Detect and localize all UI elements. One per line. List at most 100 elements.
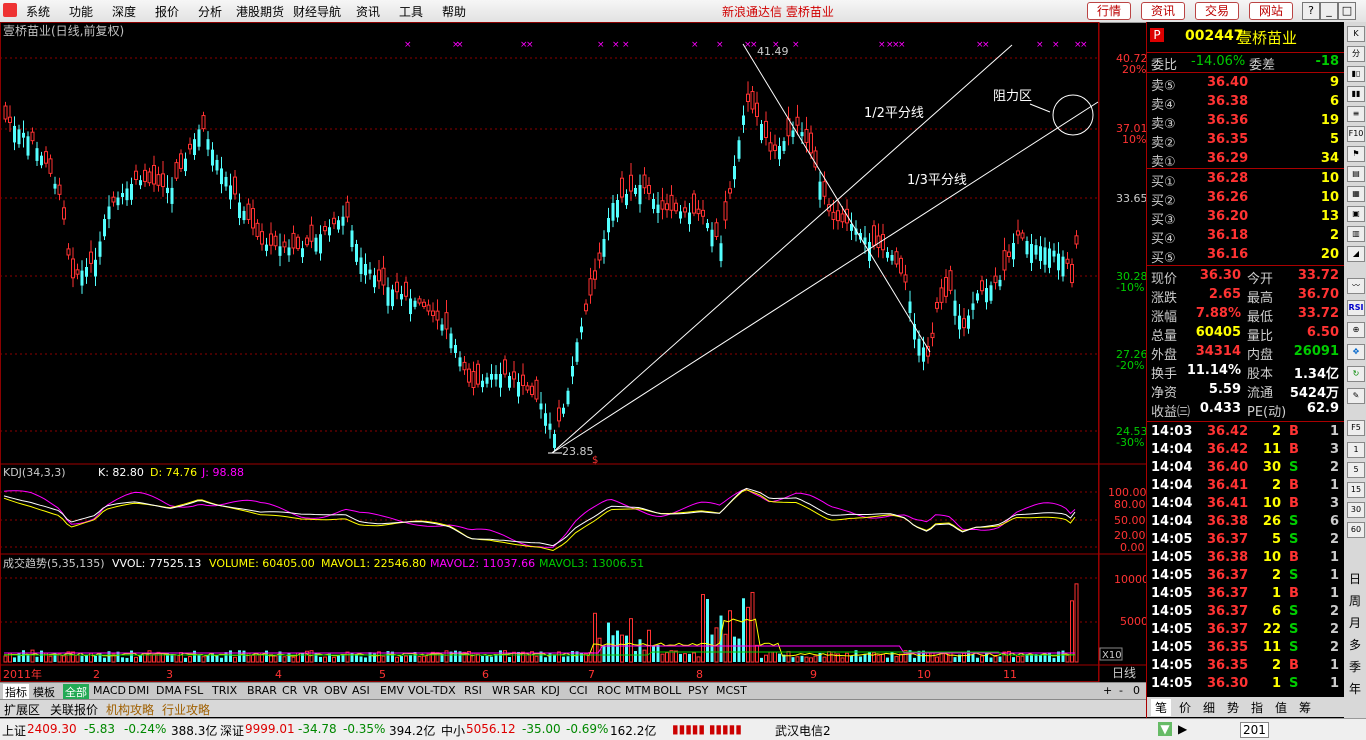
play-icon[interactable]: ▶ [1178, 722, 1187, 736]
menu-news[interactable]: 资讯 [356, 3, 380, 20]
indicator-tab--[interactable]: 模板 [33, 684, 55, 700]
indicator-tab-wr[interactable]: WR [492, 684, 511, 697]
indicator-tab-sar[interactable]: SAR [513, 684, 535, 697]
tab-ticks[interactable]: 笔 [1151, 699, 1172, 716]
f10-icon[interactable]: F10 [1347, 126, 1365, 142]
period-month-button[interactable]: 月 [1347, 614, 1363, 631]
menu-finance-nav[interactable]: 财经导航 [293, 3, 341, 20]
period-15-icon[interactable]: 15 [1347, 482, 1365, 498]
menu-tools[interactable]: 工具 [399, 3, 423, 20]
indicator-tab--[interactable]: 全部 [63, 684, 89, 700]
tab-related-quote[interactable]: 关联报价 [50, 701, 98, 718]
indicator-tab-roc[interactable]: ROC [597, 684, 621, 697]
grid-icon[interactable]: ▦ [1347, 186, 1365, 202]
tab-institution[interactable]: 机构攻略 [106, 701, 154, 718]
tab-industry[interactable]: 行业攻略 [162, 701, 210, 718]
refresh-icon[interactable]: ↻ [1347, 366, 1365, 382]
indicator-tab-vr[interactable]: VR [303, 684, 318, 697]
tab-value[interactable]: 值 [1275, 699, 1287, 716]
news-button[interactable]: 资讯 [1141, 2, 1185, 20]
candle-icon[interactable]: ▮▮ [1347, 86, 1365, 102]
indicator-tab-dma[interactable]: DMA [156, 684, 182, 697]
rsi-icon[interactable]: RSI [1347, 300, 1365, 316]
website-button[interactable]: 网站 [1249, 2, 1293, 20]
kline-icon[interactable]: K [1347, 26, 1365, 42]
period-multi-button[interactable]: 多 [1347, 636, 1363, 653]
sell-row[interactable]: 卖⑤ 36.40 9 [1147, 74, 1345, 94]
intraday-icon[interactable]: 分 [1347, 46, 1365, 62]
f5-icon[interactable]: F5 [1347, 420, 1365, 436]
indicator-tab-obv[interactable]: OBV [324, 684, 347, 697]
buy-row[interactable]: 买⑤ 36.16 20 [1147, 246, 1345, 266]
menu-quote[interactable]: 报价 [155, 3, 179, 20]
indicator-tab-fsl[interactable]: FSL [184, 684, 203, 697]
tab-detail[interactable]: 细 [1203, 699, 1215, 716]
buy-row[interactable]: 买④ 36.18 2 [1147, 227, 1345, 247]
indicator-tab-cci[interactable]: CCI [569, 684, 588, 697]
wave-icon[interactable]: 〰 [1347, 278, 1365, 294]
menu-system[interactable]: 系统 [26, 3, 50, 20]
indicator-tab-trix[interactable]: TRIX [212, 684, 237, 697]
indicator-tab-emv[interactable]: EMV [380, 684, 404, 697]
period-30-icon[interactable]: 30 [1347, 502, 1365, 518]
menu-depth[interactable]: 深度 [112, 3, 136, 20]
indicator-tab-kdj[interactable]: KDJ [541, 684, 560, 697]
zoom-out-button[interactable]: - [1119, 684, 1123, 697]
help-icon[interactable]: ? [1302, 2, 1320, 20]
flag-icon[interactable]: ⚑ [1347, 146, 1365, 162]
bar-chart-icon[interactable]: ▮▯ [1347, 66, 1365, 82]
tab-chips[interactable]: 筹 [1299, 699, 1311, 716]
menu-function[interactable]: 功能 [69, 3, 93, 20]
period-1-icon[interactable]: 1 [1347, 442, 1365, 458]
period-60-icon[interactable]: 60 [1347, 522, 1365, 538]
buy-row[interactable]: 买② 36.26 10 [1147, 189, 1345, 209]
period-5-icon[interactable]: 5 [1347, 462, 1365, 478]
indicator-tab-mtm[interactable]: MTM [625, 684, 651, 697]
sell-row[interactable]: 卖① 36.29 34 [1147, 150, 1345, 170]
indicator-tab-psy[interactable]: PSY [688, 684, 708, 697]
sell-row[interactable]: 卖④ 36.38 6 [1147, 93, 1345, 113]
menu-hk-futures[interactable]: 港股期货 [236, 3, 284, 20]
tab-extension[interactable]: 扩展区 [4, 701, 40, 718]
list-icon[interactable]: ≡ [1347, 106, 1365, 122]
indicator-tab-dmi[interactable]: DMI [128, 684, 149, 697]
menu-analysis[interactable]: 分析 [198, 3, 222, 20]
period-quarter-button[interactable]: 季 [1347, 658, 1363, 675]
pen-icon[interactable]: ✎ [1347, 388, 1365, 404]
indicator-tab-cr[interactable]: CR [282, 684, 297, 697]
sell-row[interactable]: 卖② 36.35 5 [1147, 131, 1345, 151]
maximize-icon[interactable]: □ [1338, 2, 1356, 20]
menu-help[interactable]: 帮助 [442, 3, 466, 20]
buy-row[interactable]: 买① 36.28 10 [1147, 170, 1345, 190]
table-icon[interactable]: ▥ [1347, 226, 1365, 242]
calendar-icon[interactable]: ▣ [1347, 206, 1365, 222]
period-day-button[interactable]: 日 [1347, 570, 1363, 587]
zoom-in-button[interactable]: + [1103, 684, 1112, 697]
market-button[interactable]: 行情 [1087, 2, 1131, 20]
minimize-icon[interactable]: _ [1320, 2, 1338, 20]
trade-button[interactable]: 交易 [1195, 2, 1239, 20]
indicator-tab-brar[interactable]: BRAR [247, 684, 277, 697]
reset-zoom-button[interactable]: 0 [1133, 684, 1140, 697]
period-year-button[interactable]: 年 [1347, 680, 1363, 697]
indicator-tab-vol-tdx[interactable]: VOL-TDX [408, 684, 456, 697]
indicator-tab--[interactable]: 指标 [3, 684, 29, 700]
chart-icon[interactable]: ◢ [1347, 246, 1365, 262]
tab-index[interactable]: 指 [1251, 699, 1263, 716]
indicator-tab-mcst[interactable]: MCST [716, 684, 747, 697]
indicator-tab-rsi[interactable]: RSI [464, 684, 482, 697]
move-icon[interactable]: ✥ [1347, 344, 1365, 360]
indicator-tab-macd[interactable]: MACD [93, 684, 126, 697]
zoom-icon[interactable]: ⊕ [1347, 322, 1365, 338]
tab-trend[interactable]: 势 [1227, 699, 1239, 716]
tab-price[interactable]: 价 [1179, 699, 1191, 716]
indicator-tab-asi[interactable]: ASI [352, 684, 370, 697]
indicator-tab-boll[interactable]: BOLL [653, 684, 681, 697]
server-label[interactable]: 武汉电信2 [775, 722, 831, 739]
sell-row[interactable]: 卖③ 36.36 19 [1147, 112, 1345, 132]
kline-chart[interactable]: 壹桥苗业(日线,前复权) 40.72 20% 37.01 10% 33.65 3… [0, 22, 1146, 682]
period-label[interactable]: 日线 [1112, 666, 1136, 680]
period-week-button[interactable]: 周 [1347, 592, 1363, 609]
doc-icon[interactable]: ▤ [1347, 166, 1365, 182]
buy-row[interactable]: 买③ 36.20 13 [1147, 208, 1345, 228]
